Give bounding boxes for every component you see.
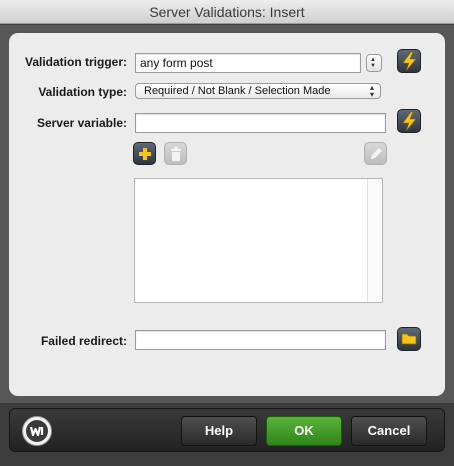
failed-redirect-label: Failed redirect: <box>40 334 127 348</box>
edit-item-button[interactable] <box>364 142 387 165</box>
delete-item-button[interactable] <box>164 142 187 165</box>
form-panel: Validation trigger: any form post ▲ ▼ Val… <box>9 33 445 396</box>
server-variable-bolt-button[interactable] <box>397 109 421 133</box>
list-scrollbar[interactable] <box>367 179 382 302</box>
server-variable-label: Server variable: <box>36 116 127 130</box>
webassist-logo-icon[interactable] <box>22 416 52 446</box>
dialog-window: Server Validations: Insert Validation tr… <box>0 0 454 466</box>
help-button[interactable]: Help <box>181 416 257 446</box>
window-title: Server Validations: Insert <box>0 0 454 24</box>
plus-icon <box>139 148 151 160</box>
validation-type-value: Required / Not Blank / Selection Made <box>144 85 331 97</box>
server-variable-field[interactable] <box>135 113 386 133</box>
validation-trigger-label: Validation trigger: <box>24 55 127 69</box>
trash-icon <box>171 147 181 161</box>
folder-icon <box>401 333 417 345</box>
browse-folder-button[interactable] <box>397 327 421 351</box>
select-arrows-icon: ▴ ▾ <box>369 83 374 99</box>
lightning-bolt-icon <box>402 52 417 71</box>
validation-type-label: Validation type: <box>38 85 127 99</box>
ok-button[interactable]: OK <box>266 416 342 446</box>
lightning-bolt-icon <box>402 112 417 131</box>
validation-trigger-stepper[interactable]: ▲ ▼ <box>366 54 382 72</box>
dialog-body: Validation trigger: any form post ▲ ▼ Val… <box>0 25 454 403</box>
validation-type-select[interactable]: Required / Not Blank / Selection Made ▴ ▾ <box>135 83 381 99</box>
validation-trigger-field[interactable]: any form post <box>135 53 361 73</box>
validation-trigger-bolt-button[interactable] <box>397 49 421 73</box>
dialog-footer: Help OK Cancel <box>0 403 454 466</box>
validation-list[interactable] <box>134 178 383 303</box>
add-item-button[interactable] <box>133 142 156 165</box>
footer-bar: Help OK Cancel <box>9 408 445 452</box>
failed-redirect-field[interactable] <box>135 330 386 350</box>
cancel-button[interactable]: Cancel <box>351 416 427 446</box>
pencil-icon <box>371 148 382 159</box>
